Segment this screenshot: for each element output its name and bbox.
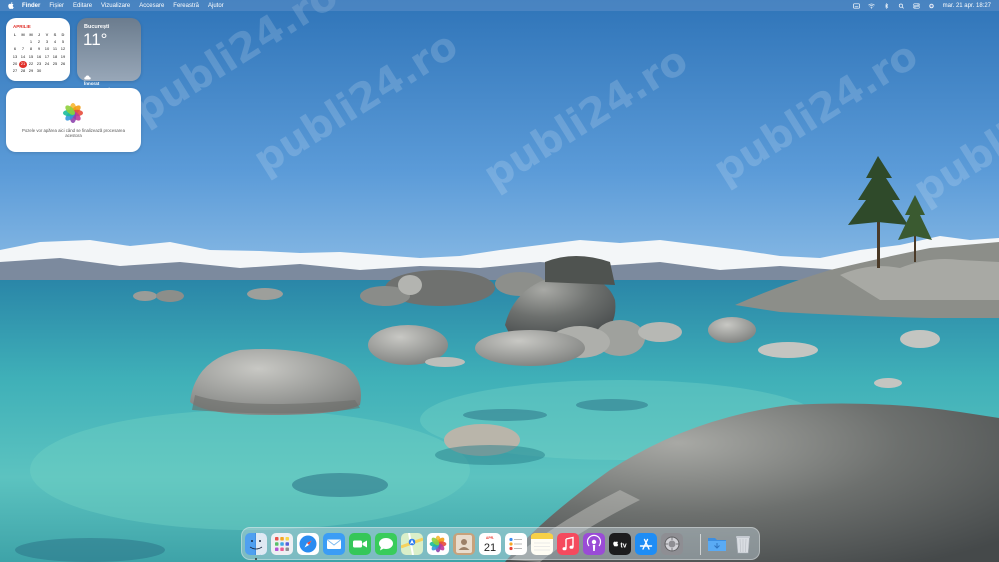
photos-icon[interactable] (427, 533, 449, 555)
tv-icon-label: tv (620, 543, 626, 550)
contacts-icon[interactable] (453, 533, 475, 555)
notes-icon[interactable] (531, 533, 553, 555)
calendar-day (51, 68, 59, 75)
calendar-day: 25 (52, 60, 58, 66)
music-icon[interactable] (557, 533, 579, 555)
calendar-day (59, 68, 67, 75)
safari-icon[interactable] (297, 533, 319, 555)
weather-widget[interactable]: București 11° Înnorat Max.: 12° Min.: 7° (77, 18, 141, 92)
system-settings-icon[interactable] (661, 533, 683, 555)
weather-condition: Înnorat (84, 81, 100, 86)
calendar-day: 30 (36, 67, 42, 73)
calendar-day: 5 (61, 39, 65, 45)
calendar-day: 26 (60, 60, 66, 66)
calendar-day: 15 (28, 53, 34, 59)
facetime-icon[interactable] (349, 533, 371, 555)
menu-window[interactable]: Fereastră (173, 3, 199, 9)
calendar-month: APRILIE (13, 24, 31, 29)
calendar-day (19, 39, 27, 46)
calendar-day: 22 (28, 60, 34, 66)
running-indicator (255, 558, 257, 560)
calendar-day: 20 (12, 60, 18, 66)
downloads-folder-icon[interactable] (706, 533, 728, 555)
menu-view[interactable]: Vizualizare (101, 3, 130, 9)
calendar-weekday: M (21, 32, 25, 37)
calendar-day (11, 39, 19, 46)
menu-edit[interactable]: Editare (73, 3, 92, 9)
bluetooth-icon[interactable] (883, 2, 890, 9)
calendar-day: 9 (37, 46, 41, 52)
trash-icon[interactable] (732, 533, 754, 555)
app-store-icon[interactable] (635, 533, 657, 555)
menu-file[interactable]: Fișier (49, 3, 64, 9)
calendar-day: 12 (60, 46, 66, 52)
calendar-icon-month: APR. (486, 536, 494, 540)
calendar-day: 16 (36, 53, 42, 59)
messages-icon[interactable] (375, 533, 397, 555)
photos-icon (63, 103, 83, 123)
calendar-grid: L M M J V S D 1 2 3 4 5 6 7 8 9 10 11 12 13 14 15 16 17 18 19 20 21… (11, 32, 67, 75)
calendar-widget[interactable]: APRILIE L M M J V S D 1 2 3 4 5 6 7 8 9 10 11 12 13 14 15 16 17… (6, 18, 70, 81)
calendar-day: 11 (52, 46, 58, 52)
weather-temperature: 11° (83, 30, 108, 49)
calendar-weekday: J (37, 32, 41, 37)
calendar-day: 2 (37, 39, 41, 45)
keyboard-icon[interactable] (852, 2, 860, 9)
finder-icon[interactable] (245, 533, 267, 560)
calendar-day: 21 (19, 60, 27, 68)
status-area: mar. 21 apr. 18:27 (852, 0, 991, 11)
calendar-icon[interactable]: APR. 21 (479, 533, 501, 555)
calendar-weekday: L (13, 32, 17, 37)
calendar-day: 10 (44, 46, 50, 52)
calendar-day: 3 (45, 39, 49, 45)
search-icon[interactable] (898, 3, 905, 9)
menu-help[interactable]: Ajutor (208, 3, 224, 9)
desktop-wallpaper (0, 0, 999, 562)
maps-icon[interactable] (401, 533, 423, 555)
photos-widget[interactable]: Pozele vor apărea aici când se finalizea… (6, 88, 141, 152)
menu-bar: Finder Fișier Editare Vizualizare Accesa… (0, 0, 999, 11)
calendar-day: 24 (44, 60, 50, 66)
calendar-day: 13 (12, 53, 18, 59)
menu-finder[interactable]: Finder (22, 3, 40, 9)
calendar-weekday: V (45, 32, 49, 37)
calendar-weekday: M (29, 32, 33, 37)
calendar-day: 7 (21, 46, 25, 52)
menu-clock[interactable]: mar. 21 apr. 18:27 (943, 3, 991, 9)
calendar-weekday: D (61, 32, 65, 37)
calendar-day (43, 68, 51, 75)
dock: APR. 21 tv (241, 527, 760, 560)
reminders-icon[interactable] (505, 533, 527, 555)
calendar-icon-day: 21 (484, 542, 496, 554)
calendar-day: 1 (29, 39, 33, 45)
wifi-icon[interactable] (867, 3, 875, 9)
tv-icon[interactable]: tv (609, 533, 631, 555)
control-center-icon[interactable] (912, 3, 920, 9)
calendar-day: 23 (36, 60, 42, 66)
launchpad-icon[interactable] (271, 533, 293, 555)
calendar-day: 28 (20, 67, 26, 73)
calendar-day: 4 (53, 39, 57, 45)
calendar-day: 17 (44, 53, 50, 59)
cloud-icon (84, 75, 91, 80)
menu-go[interactable]: Accesare (139, 3, 164, 9)
siri-icon[interactable] (928, 3, 935, 9)
calendar-day: 6 (13, 46, 17, 52)
photos-widget-message: Pozele vor apărea aici când se finalizea… (22, 128, 125, 139)
calendar-day: 14 (20, 53, 26, 59)
apple-logo-icon[interactable] (8, 2, 14, 9)
calendar-weekday: S (53, 32, 57, 37)
calendar-day: 27 (12, 67, 18, 73)
dock-divider (700, 534, 701, 555)
calendar-day: 18 (52, 53, 58, 59)
calendar-day: 29 (28, 67, 34, 73)
podcasts-icon[interactable] (583, 533, 605, 555)
calendar-day: 8 (29, 46, 33, 52)
calendar-day: 19 (60, 53, 66, 59)
mail-icon[interactable] (323, 533, 345, 555)
